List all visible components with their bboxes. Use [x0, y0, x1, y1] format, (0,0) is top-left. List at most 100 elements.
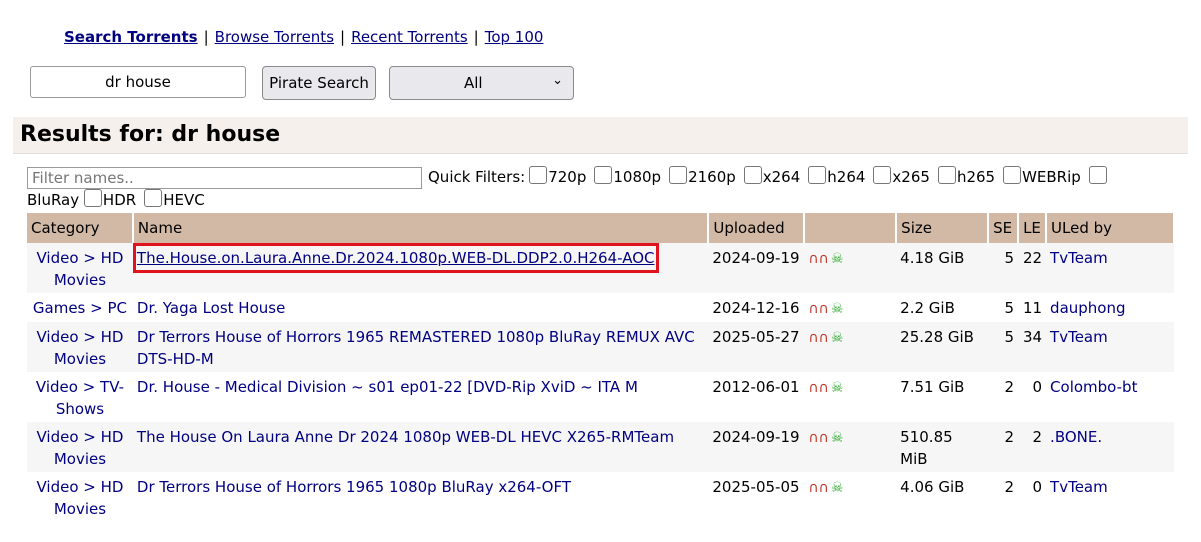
- checkbox[interactable]: [1088, 166, 1107, 184]
- col-category[interactable]: Category: [27, 213, 134, 243]
- nav-separator: |: [203, 28, 209, 46]
- torrent-link[interactable]: The.House.on.Laura.Anne.Dr.2024.1080p.WE…: [132, 243, 659, 273]
- icons-cell: ∩∩ ☠: [804, 293, 897, 322]
- skull-icon: ☠: [830, 251, 844, 267]
- filter-hdr[interactable]: HDR: [83, 188, 136, 211]
- checkbox[interactable]: [873, 166, 892, 184]
- seeders-cell: 5: [988, 243, 1019, 293]
- skull-icon: ☠: [830, 480, 844, 496]
- nav-top-100[interactable]: Top 100: [485, 28, 544, 46]
- uploader-link[interactable]: TvTeam: [1050, 478, 1108, 496]
- magnet-icon[interactable]: ∩∩: [808, 480, 829, 496]
- magnet-icon[interactable]: ∩∩: [808, 301, 829, 317]
- uploaded-cell: 2024-12-16: [708, 293, 805, 322]
- filter-x264[interactable]: x264: [743, 166, 800, 188]
- category-cell[interactable]: Video > HD Movies: [27, 472, 133, 522]
- checkbox[interactable]: [83, 188, 102, 207]
- torrent-link[interactable]: The House On Laura Anne Dr 2024 1080p WE…: [137, 428, 674, 446]
- checkbox[interactable]: [1003, 166, 1022, 184]
- skull-icon: ☠: [830, 380, 844, 396]
- filter-2160p[interactable]: 2160p: [669, 166, 736, 188]
- filter-webrip[interactable]: WEBRip: [1003, 166, 1081, 188]
- quick-filters-label: Quick Filters:: [428, 168, 526, 186]
- filter-hevc[interactable]: HEVC: [144, 188, 205, 211]
- table-row: Video > TV- Shows Dr. House - Medical Div…: [27, 372, 1174, 422]
- uploader-link[interactable]: TvTeam: [1050, 328, 1108, 346]
- size-cell: 7.51 GiB: [896, 372, 989, 422]
- category-cell[interactable]: Video > TV- Shows: [27, 372, 133, 422]
- leechers-cell: 0: [1018, 472, 1047, 522]
- seeders-cell: 2: [988, 422, 1019, 472]
- uploader-cell: Colombo-bt: [1046, 372, 1174, 422]
- leechers-cell: 2: [1018, 422, 1047, 472]
- checkbox[interactable]: [937, 166, 956, 184]
- results-header: Results for: dr house: [13, 117, 1188, 154]
- category-select[interactable]: All ⌄: [389, 66, 574, 100]
- name-cell: Dr Terrors House of Horrors 1965 1080p B…: [132, 472, 709, 522]
- filter-1080p[interactable]: 1080p: [594, 166, 661, 188]
- magnet-icon[interactable]: ∩∩: [808, 430, 829, 446]
- uploader-link[interactable]: .BONE.: [1050, 428, 1102, 446]
- filter-bluray-label: BluRay: [27, 190, 80, 209]
- filter-x265[interactable]: x265: [873, 166, 930, 188]
- uploaded-cell: 2012-06-01: [708, 372, 805, 422]
- category-cell[interactable]: Video > HD Movies: [27, 322, 133, 372]
- size-cell: 4.06 GiB: [896, 472, 989, 522]
- uploaded-cell: 2025-05-05: [708, 472, 805, 522]
- leechers-cell: 22: [1018, 243, 1047, 293]
- nav-recent-torrents[interactable]: Recent Torrents: [351, 28, 468, 46]
- nav-browse-torrents[interactable]: Browse Torrents: [215, 28, 334, 46]
- uploaded-cell: 2024-09-19: [708, 422, 805, 472]
- leechers-cell: 11: [1018, 293, 1047, 322]
- torrent-link[interactable]: Dr Terrors House of Horrors 1965 1080p B…: [137, 478, 571, 496]
- checkbox[interactable]: [144, 188, 163, 207]
- magnet-icon[interactable]: ∩∩: [808, 380, 829, 396]
- size-cell: 2.2 GiB: [896, 293, 989, 322]
- filter-bluray-checkbox[interactable]: [1088, 166, 1108, 188]
- torrent-link[interactable]: Dr. House - Medical Division ~ s01 ep01-…: [137, 378, 638, 396]
- size-cell: 25.28 GiB: [896, 322, 989, 372]
- uploader-cell: TvTeam: [1046, 322, 1174, 372]
- pirate-search-button[interactable]: Pirate Search: [262, 66, 376, 100]
- col-icons: [804, 213, 898, 243]
- uploader-link[interactable]: dauphong: [1050, 299, 1125, 317]
- uploader-link[interactable]: TvTeam: [1050, 249, 1108, 267]
- col-le[interactable]: LE: [1018, 213, 1048, 243]
- checkbox[interactable]: [743, 166, 762, 184]
- table-row: Video > HD Movies The House On Laura Anne…: [27, 422, 1174, 472]
- table-row: Video > HD Movies Dr Terrors House of Hor…: [27, 472, 1174, 522]
- checkbox[interactable]: [669, 166, 688, 184]
- col-size[interactable]: Size: [896, 213, 990, 243]
- name-cell: Dr. House - Medical Division ~ s01 ep01-…: [132, 372, 709, 422]
- checkbox[interactable]: [594, 166, 613, 184]
- leechers-cell: 34: [1018, 322, 1047, 372]
- filters-line-2: BluRay HDR HEVC: [27, 188, 1177, 211]
- col-se[interactable]: SE: [988, 213, 1020, 243]
- icons-cell: ∩∩ ☠: [804, 322, 897, 372]
- search-input[interactable]: [30, 66, 246, 98]
- skull-icon: ☠: [830, 301, 844, 317]
- checkbox[interactable]: [808, 166, 827, 184]
- category-cell[interactable]: Games > PC: [27, 293, 133, 322]
- filter-h265[interactable]: h265: [937, 166, 995, 188]
- magnet-icon[interactable]: ∩∩: [808, 330, 829, 346]
- seeders-cell: 2: [988, 372, 1019, 422]
- torrent-link[interactable]: Dr Terrors House of Horrors 1965 REMASTE…: [137, 328, 695, 368]
- col-uled-by[interactable]: ULed by: [1046, 213, 1175, 243]
- uploaded-cell: 2025-05-27: [708, 322, 805, 372]
- col-uploaded[interactable]: Uploaded: [708, 213, 806, 243]
- filter-h264[interactable]: h264: [808, 166, 865, 188]
- nav-search-torrents[interactable]: Search Torrents: [64, 28, 198, 46]
- checkbox[interactable]: [529, 166, 548, 184]
- name-cell: Dr Terrors House of Horrors 1965 REMASTE…: [132, 322, 709, 372]
- col-name[interactable]: Name: [132, 213, 710, 243]
- filter-720p[interactable]: 720p: [529, 166, 586, 188]
- uploader-link[interactable]: Colombo-bt: [1050, 378, 1137, 396]
- name-cell: The House On Laura Anne Dr 2024 1080p WE…: [132, 422, 709, 472]
- category-cell[interactable]: Video > HD Movies: [27, 422, 133, 472]
- magnet-icon[interactable]: ∩∩: [808, 251, 829, 267]
- torrent-link[interactable]: Dr. Yaga Lost House: [137, 299, 285, 317]
- uploader-cell: dauphong: [1046, 293, 1174, 322]
- filter-names-input[interactable]: Filter names..: [27, 166, 422, 189]
- category-cell[interactable]: Video > HD Movies: [27, 243, 133, 293]
